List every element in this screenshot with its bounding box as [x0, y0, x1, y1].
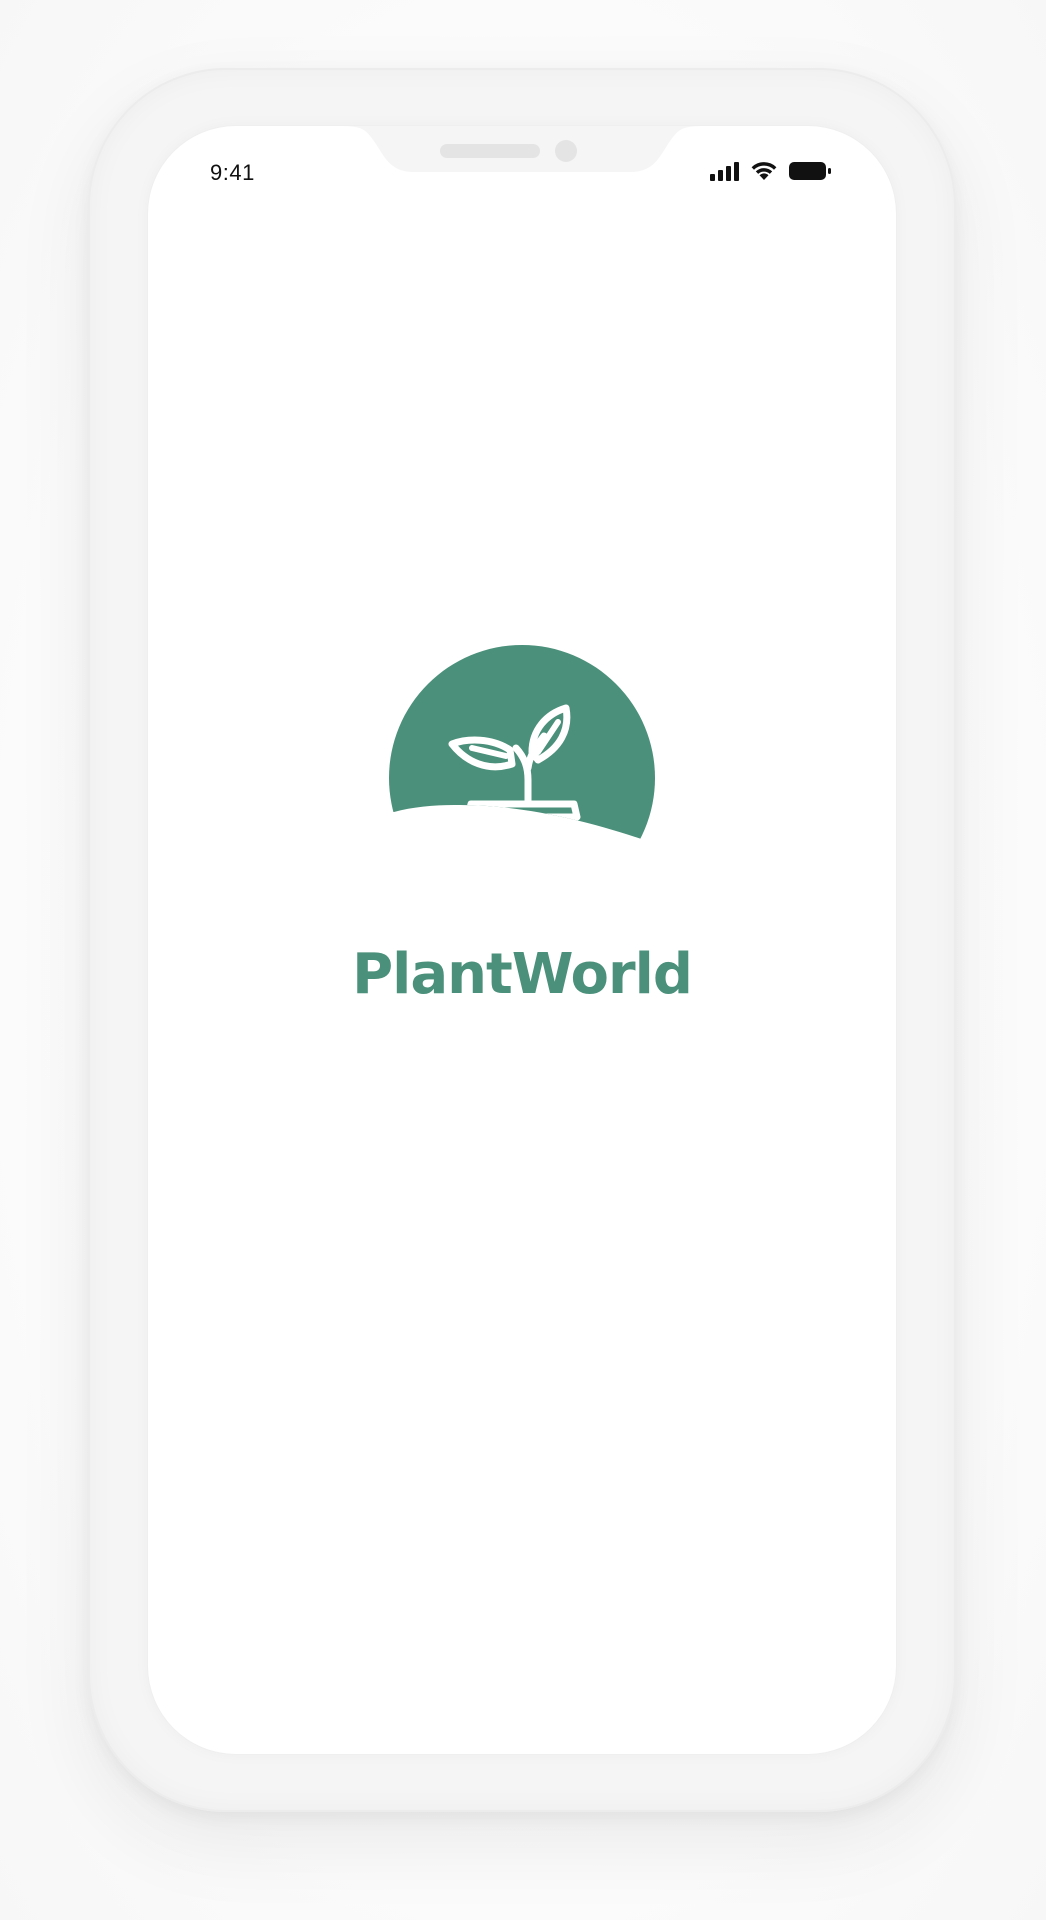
- device-mockup-background: 9:41 PlantWorld: [0, 0, 1046, 1920]
- speaker-grille: [440, 144, 540, 158]
- splash-screen: 9:41 PlantWorld: [148, 126, 896, 1754]
- status-icons: [710, 160, 832, 186]
- sprout-in-pot-icon: [388, 644, 656, 864]
- status-time: 9:41: [210, 160, 255, 185]
- battery-icon: [788, 160, 832, 187]
- front-camera: [555, 140, 577, 162]
- wifi-icon: [750, 160, 778, 187]
- phone-frame: 9:41 PlantWorld: [88, 68, 956, 1812]
- app-name: PlantWorld: [352, 942, 693, 1007]
- cellular-signal-icon: [710, 161, 740, 186]
